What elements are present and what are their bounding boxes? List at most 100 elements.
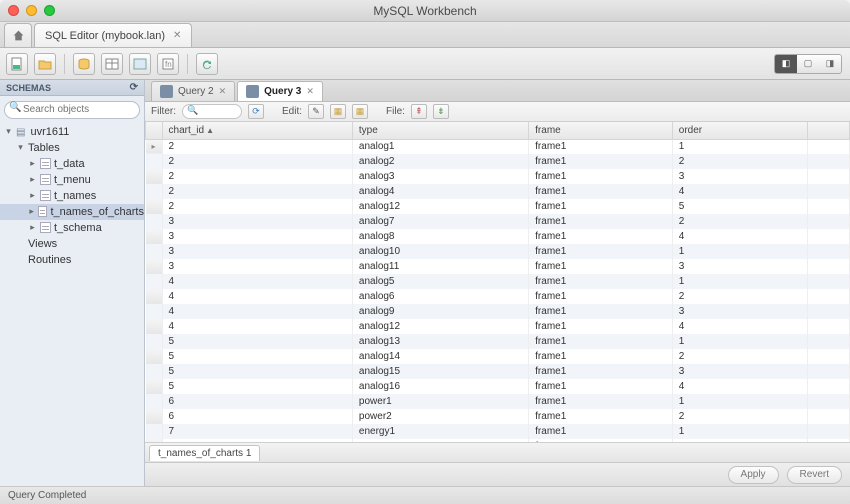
close-icon[interactable]: ✕ xyxy=(219,86,227,97)
cell[interactable]: 4 xyxy=(672,184,807,199)
row-gutter[interactable] xyxy=(146,169,163,184)
result-tab[interactable]: t_names_of_charts 1 xyxy=(149,445,260,461)
cell[interactable]: 2 xyxy=(162,169,352,184)
cell[interactable]: 6 xyxy=(162,394,352,409)
open-sql-button[interactable] xyxy=(34,53,56,75)
cell[interactable]: analog6 xyxy=(352,289,528,304)
table-row[interactable]: 3analog8frame14 xyxy=(146,229,850,244)
cell[interactable]: 4 xyxy=(162,319,352,334)
table-row[interactable]: 4analog12frame14 xyxy=(146,319,850,334)
row-gutter[interactable] xyxy=(146,289,163,304)
table-row[interactable]: 3analog7frame12 xyxy=(146,214,850,229)
cell[interactable]: 5 xyxy=(162,364,352,379)
cell[interactable]: frame1 xyxy=(529,349,673,364)
cell[interactable]: 2 xyxy=(672,214,807,229)
cell[interactable]: 3 xyxy=(162,259,352,274)
row-gutter[interactable] xyxy=(146,394,163,409)
create-view-button[interactable] xyxy=(129,53,151,75)
column-header[interactable]: order xyxy=(672,122,807,139)
result-grid-container[interactable]: chart_id▲typeframeorder2analog1frame112a… xyxy=(145,122,850,442)
table-row[interactable]: 4analog6frame12 xyxy=(146,289,850,304)
cell[interactable]: power2 xyxy=(352,409,528,424)
cell[interactable]: frame1 xyxy=(529,304,673,319)
cell[interactable]: 3 xyxy=(162,214,352,229)
cell[interactable]: frame1 xyxy=(529,229,673,244)
table-row[interactable]: 2analog3frame13 xyxy=(146,169,850,184)
cell[interactable]: 2 xyxy=(672,289,807,304)
cell[interactable]: frame1 xyxy=(529,334,673,349)
cell[interactable]: 2 xyxy=(672,409,807,424)
row-gutter[interactable] xyxy=(146,349,163,364)
cell[interactable]: 1 xyxy=(672,334,807,349)
cell[interactable]: frame1 xyxy=(529,289,673,304)
row-gutter[interactable] xyxy=(146,409,163,424)
cell[interactable]: 2 xyxy=(162,139,352,154)
cell[interactable]: 5 xyxy=(672,199,807,214)
cell[interactable]: analog8 xyxy=(352,229,528,244)
schema-node[interactable]: ▾uvr1611 xyxy=(0,124,144,140)
cell[interactable]: 4 xyxy=(672,379,807,394)
cell[interactable]: analog12 xyxy=(352,319,528,334)
column-header[interactable]: chart_id▲ xyxy=(162,122,352,139)
refresh-results-button[interactable]: ⟳ xyxy=(248,104,264,119)
table-row[interactable]: 4analog5frame11 xyxy=(146,274,850,289)
cell[interactable]: analog7 xyxy=(352,214,528,229)
minimize-window-button[interactable] xyxy=(26,5,37,16)
row-gutter[interactable] xyxy=(146,424,163,439)
cell[interactable]: frame1 xyxy=(529,274,673,289)
cell[interactable]: 1 xyxy=(672,424,807,439)
cell[interactable]: analog1 xyxy=(352,139,528,154)
row-gutter[interactable] xyxy=(146,334,163,349)
table-row[interactable]: 5analog16frame14 xyxy=(146,379,850,394)
cell[interactable]: 2 xyxy=(162,154,352,169)
cell[interactable]: 6 xyxy=(162,409,352,424)
cell[interactable]: analog13 xyxy=(352,334,528,349)
create-schema-button[interactable] xyxy=(73,53,95,75)
cell[interactable]: 1 xyxy=(672,244,807,259)
cell[interactable]: 4 xyxy=(672,319,807,334)
cell[interactable]: 3 xyxy=(672,259,807,274)
cell[interactable]: frame1 xyxy=(529,319,673,334)
cell[interactable]: analog14 xyxy=(352,349,528,364)
table-row[interactable]: 2analog1frame11 xyxy=(146,139,850,154)
cell[interactable]: 1 xyxy=(672,139,807,154)
query-tab[interactable]: Query 2 ✕ xyxy=(151,81,235,101)
export-button[interactable]: ⇟ xyxy=(433,104,449,119)
cell[interactable]: 5 xyxy=(162,349,352,364)
cell[interactable]: 3 xyxy=(672,304,807,319)
row-gutter[interactable] xyxy=(146,154,163,169)
cell[interactable]: frame1 xyxy=(529,154,673,169)
cell[interactable]: 5 xyxy=(162,379,352,394)
close-window-button[interactable] xyxy=(8,5,19,16)
cell[interactable]: frame1 xyxy=(529,199,673,214)
import-button[interactable]: ⇞ xyxy=(411,104,427,119)
row-gutter[interactable] xyxy=(146,214,163,229)
row-gutter[interactable] xyxy=(146,199,163,214)
row-gutter[interactable] xyxy=(146,319,163,334)
table-row[interactable]: 5analog14frame12 xyxy=(146,349,850,364)
home-tab[interactable] xyxy=(4,23,32,47)
cell[interactable]: frame1 xyxy=(529,409,673,424)
cell[interactable]: analog3 xyxy=(352,169,528,184)
cell[interactable]: frame1 xyxy=(529,184,673,199)
apply-button[interactable]: Apply xyxy=(728,466,779,484)
zoom-window-button[interactable] xyxy=(44,5,55,16)
cell[interactable]: 1 xyxy=(672,274,807,289)
cell[interactable]: analog11 xyxy=(352,259,528,274)
cell[interactable]: 3 xyxy=(672,169,807,184)
cell[interactable]: 3 xyxy=(162,229,352,244)
table-row[interactable]: 4analog9frame13 xyxy=(146,304,850,319)
cell[interactable]: frame1 xyxy=(529,364,673,379)
views-folder[interactable]: ▸Views xyxy=(0,236,144,252)
table-row[interactable]: 6power2frame12 xyxy=(146,409,850,424)
document-tab[interactable]: SQL Editor (mybook.lan) ✕ xyxy=(34,23,192,47)
query-tab[interactable]: Query 3 ✕ xyxy=(237,81,323,101)
cell[interactable]: 2 xyxy=(672,154,807,169)
cell[interactable]: frame1 xyxy=(529,394,673,409)
cell[interactable]: analog2 xyxy=(352,154,528,169)
row-gutter[interactable] xyxy=(146,379,163,394)
reconnect-button[interactable] xyxy=(196,53,218,75)
revert-button[interactable]: Revert xyxy=(787,466,842,484)
cell[interactable]: analog9 xyxy=(352,304,528,319)
table-row[interactable]: 2analog12frame15 xyxy=(146,199,850,214)
